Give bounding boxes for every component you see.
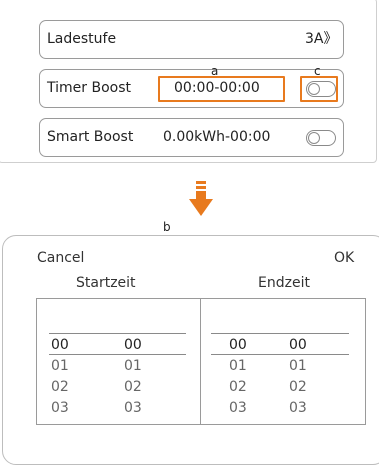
selection-line bbox=[211, 354, 349, 355]
ladestufe-value[interactable]: 3A》 bbox=[305, 30, 337, 48]
end-hour-option[interactable]: 02 bbox=[229, 379, 247, 395]
marker-a: a bbox=[211, 64, 219, 78]
selection-line bbox=[49, 333, 186, 334]
marker-c: c bbox=[314, 64, 321, 78]
selection-line bbox=[49, 354, 186, 355]
start-minute-option[interactable]: 03 bbox=[124, 400, 142, 416]
end-hour-option[interactable]: 00 bbox=[229, 337, 247, 353]
ladestufe-label: Ladestufe bbox=[47, 31, 117, 47]
ok-button[interactable]: OK bbox=[334, 249, 354, 267]
end-minute-option[interactable]: 00 bbox=[289, 337, 307, 353]
end-hour-option[interactable]: 03 bbox=[229, 400, 247, 416]
toggle-knob bbox=[308, 132, 320, 144]
end-minute-option[interactable]: 02 bbox=[289, 379, 307, 395]
start-hour-option[interactable]: 03 bbox=[51, 400, 69, 416]
picker-divider bbox=[200, 299, 201, 424]
highlight-a bbox=[158, 76, 285, 102]
smart-boost-toggle[interactable] bbox=[306, 130, 336, 146]
smart-boost-row: Smart Boost 0.00kWh-00:00 bbox=[39, 118, 344, 157]
start-hour-option[interactable]: 00 bbox=[51, 337, 69, 353]
ladestufe-row[interactable]: Ladestufe 3A》 bbox=[39, 20, 344, 59]
start-minute-option[interactable]: 00 bbox=[124, 337, 142, 353]
smart-boost-label: Smart Boost bbox=[47, 129, 134, 145]
end-hour-option[interactable]: 01 bbox=[229, 358, 247, 374]
selection-line bbox=[211, 333, 349, 334]
marker-b: b bbox=[163, 220, 171, 234]
end-minute-option[interactable]: 03 bbox=[289, 400, 307, 416]
highlight-c bbox=[300, 76, 338, 102]
start-hour-option[interactable]: 01 bbox=[51, 358, 69, 374]
smart-boost-value[interactable]: 0.00kWh-00:00 bbox=[163, 128, 270, 146]
start-minute-option[interactable]: 02 bbox=[124, 379, 142, 395]
time-picker: 00 01 02 03 00 01 02 03 00 01 02 03 00 0… bbox=[36, 298, 366, 425]
down-arrow-icon bbox=[189, 181, 213, 216]
cancel-button[interactable]: Cancel bbox=[37, 249, 84, 267]
start-time-label: Startzeit bbox=[76, 275, 136, 291]
start-hour-option[interactable]: 02 bbox=[51, 379, 69, 395]
start-minute-option[interactable]: 01 bbox=[124, 358, 142, 374]
timer-boost-label: Timer Boost bbox=[47, 80, 131, 96]
end-minute-option[interactable]: 01 bbox=[289, 358, 307, 374]
end-time-label: Endzeit bbox=[258, 275, 310, 291]
